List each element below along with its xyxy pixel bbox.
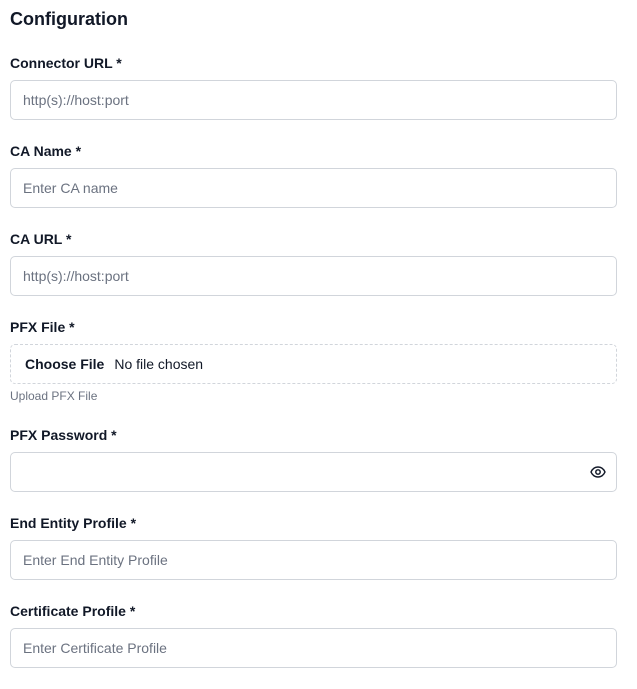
pfx-password-input[interactable]	[10, 452, 617, 492]
ca-name-field: CA Name *	[10, 141, 617, 208]
ca-url-label: CA URL *	[10, 231, 72, 247]
certificate-profile-label: Certificate Profile *	[10, 603, 136, 619]
ca-name-input[interactable]	[10, 168, 617, 208]
file-status-text: No file chosen	[114, 356, 204, 372]
choose-file-button[interactable]: Choose File	[25, 356, 104, 372]
connector-url-label: Connector URL *	[10, 55, 122, 71]
certificate-profile-input[interactable]	[10, 628, 617, 668]
pfx-file-dropzone[interactable]: Choose File No file chosen	[10, 344, 617, 384]
pfx-password-field: PFX Password *	[10, 425, 617, 492]
end-entity-profile-input[interactable]	[10, 540, 617, 580]
end-entity-profile-label: End Entity Profile *	[10, 515, 137, 531]
pfx-file-field: PFX File * Choose File No file chosen Up…	[10, 317, 617, 403]
section-title: Configuration	[10, 9, 128, 29]
ca-name-label: CA Name *	[10, 143, 82, 159]
ca-url-input[interactable]	[10, 256, 617, 296]
connector-url-field: Connector URL *	[10, 53, 617, 120]
pfx-file-label: PFX File *	[10, 319, 75, 335]
connector-url-input[interactable]	[10, 80, 617, 120]
end-entity-profile-field: End Entity Profile *	[10, 513, 617, 580]
certificate-profile-field: Certificate Profile *	[10, 601, 617, 668]
ca-url-field: CA URL *	[10, 229, 617, 296]
pfx-password-label: PFX Password *	[10, 427, 117, 443]
pfx-file-helper-text: Upload PFX File	[10, 389, 98, 403]
eye-icon[interactable]	[590, 464, 606, 480]
